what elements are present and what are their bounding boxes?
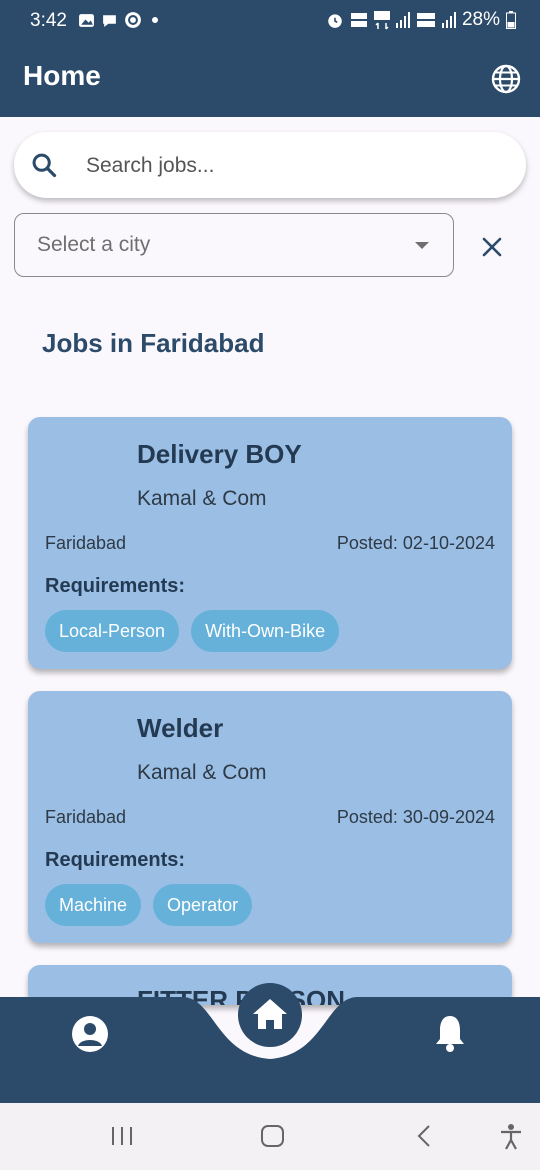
5g-icon [373, 11, 390, 30]
requirement-tag[interactable]: Machine [45, 884, 142, 926]
job-title: Delivery BOY [137, 439, 302, 469]
volte-5g-icon [350, 13, 367, 27]
close-icon[interactable] [478, 233, 506, 261]
dot-icon [152, 17, 158, 23]
battery-icon [506, 11, 516, 29]
requirement-tag[interactable]: With-Own-Bike [191, 610, 340, 652]
profile-icon[interactable] [70, 1014, 110, 1054]
requirements-label: Requirements: [45, 849, 186, 871]
requirement-tag[interactable]: Local-Person [45, 610, 180, 652]
recents-icon[interactable] [110, 1123, 134, 1149]
home-button[interactable] [238, 983, 302, 1047]
accessibility-icon[interactable] [498, 1123, 524, 1151]
job-posted-date: Posted: 02-10-2024 [336, 533, 495, 553]
sync-icon [125, 12, 141, 28]
search-bar[interactable] [14, 132, 526, 200]
home-circle-icon[interactable] [260, 1123, 286, 1149]
status-time: 3:42 [30, 10, 67, 31]
job-posted-date: Posted: 30-09-2024 [336, 807, 495, 827]
system-nav-bar [0, 1103, 540, 1170]
home-icon [253, 999, 287, 1029]
requirements-label: Requirements: [45, 575, 186, 597]
status-right: 28% [326, 9, 516, 31]
city-select[interactable]: Select a city [14, 213, 454, 277]
volte-lte-icon [416, 13, 435, 27]
job-title: Welder [137, 713, 224, 743]
job-company: Kamal & Com [137, 761, 267, 784]
requirement-tags: Local-Person With-Own-Bike [45, 610, 340, 652]
app-bar: Home [0, 42, 540, 117]
globe-icon[interactable] [490, 63, 522, 95]
image-icon [79, 13, 94, 27]
job-card[interactable]: Delivery BOY Kamal & Com Faridabad Poste… [28, 417, 512, 669]
requirement-tag[interactable]: Operator [153, 884, 253, 926]
job-city: Faridabad [45, 807, 127, 827]
back-icon[interactable] [414, 1123, 434, 1149]
page-title: Home [23, 60, 101, 91]
status-left-icons [78, 11, 162, 29]
bell-icon[interactable] [432, 1012, 468, 1054]
job-city: Faridabad [45, 533, 127, 553]
requirement-tags: Machine Operator [45, 884, 253, 926]
signal-icon [441, 12, 456, 28]
chat-icon [103, 14, 116, 27]
battery-percent: 28% [461, 9, 500, 30]
job-card[interactable]: Welder Kamal & Com Faridabad Posted: 30-… [28, 691, 512, 943]
status-bar: 3:42 28% [0, 0, 540, 42]
caret-down-icon [415, 242, 429, 249]
search-input[interactable] [84, 132, 488, 200]
alarm-icon [328, 14, 342, 28]
search-icon [32, 153, 57, 178]
signal-icon [395, 12, 410, 28]
section-title: Jobs in Faridabad [42, 328, 265, 358]
job-company: Kamal & Com [137, 487, 267, 510]
city-select-placeholder: Select a city [37, 233, 151, 256]
